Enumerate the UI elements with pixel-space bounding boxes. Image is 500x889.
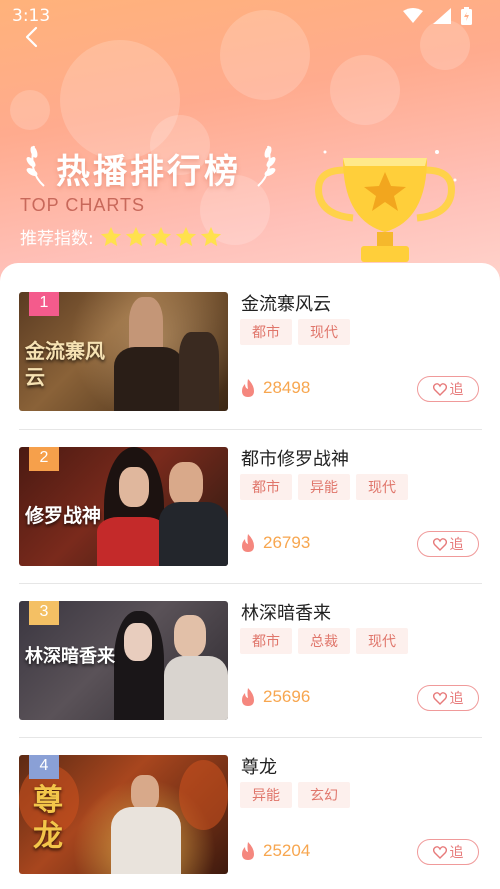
rank-number: 2 (39, 449, 49, 466)
heat-value: 26793 (263, 533, 311, 552)
rating-stars (100, 226, 225, 248)
tag-list: 都市 现代 (240, 319, 350, 345)
heat-value: 25696 (263, 687, 311, 706)
genre-tag: 异能 (240, 782, 292, 808)
follow-button[interactable]: 追 (417, 839, 479, 865)
heat-value: 28498 (263, 378, 311, 397)
heart-icon (432, 845, 447, 859)
drama-title[interactable]: 都市修罗战神 (241, 445, 349, 471)
genre-tag: 玄幻 (298, 782, 350, 808)
thumbnail-caption: 金流寨风云 (25, 339, 105, 389)
flame-icon (242, 379, 254, 397)
follow-label: 追 (449, 537, 464, 553)
rating-row: 推荐指数: (20, 224, 225, 249)
star-icon (100, 226, 121, 246)
list-item[interactable]: 尊龙 4 尊龙 异能 玄幻 25204 追 (19, 726, 482, 880)
thumbnail-caption: 林深暗香来 (25, 646, 115, 667)
rating-label: 推荐指数: (20, 229, 94, 249)
genre-tag: 异能 (298, 474, 350, 500)
follow-button[interactable]: 追 (417, 376, 479, 402)
wifi-icon (403, 8, 423, 23)
genre-tag: 都市 (240, 628, 292, 654)
thumbnail-1[interactable]: 金流寨风云 1 (19, 292, 228, 411)
list-item[interactable]: 林深暗香来 3 林深暗香来 都市 总裁 现代 25696 追 (19, 572, 482, 726)
top-charts-subtitle: TOP CHARTS (20, 195, 146, 215)
genre-tag: 总裁 (298, 628, 350, 654)
heat-value: 25204 (263, 841, 311, 860)
tag-list: 都市 异能 现代 (240, 474, 408, 500)
thumbnail-4[interactable]: 尊龙 4 (19, 755, 228, 874)
drama-title[interactable]: 金流寨风云 (241, 290, 331, 316)
thumbnail-caption: 尊龙 (33, 783, 63, 854)
star-icon (175, 226, 196, 246)
heat-score: 25204 (239, 841, 310, 861)
battery-icon (461, 7, 472, 25)
star-icon (125, 226, 146, 246)
genre-tag: 现代 (356, 474, 408, 500)
rank-number: 1 (39, 294, 49, 311)
tag-list: 异能 玄幻 (240, 782, 350, 808)
heat-score: 28498 (239, 378, 310, 398)
rank-badge: 4 (29, 755, 59, 779)
star-icon (200, 226, 221, 246)
rank-badge: 3 (29, 601, 59, 625)
drama-title[interactable]: 尊龙 (241, 753, 277, 779)
thumbnail-3[interactable]: 林深暗香来 3 (19, 601, 228, 720)
genre-tag: 都市 (240, 319, 292, 345)
thumbnail-caption: 修罗战神 (25, 505, 102, 527)
rank-badge: 2 (29, 447, 59, 471)
flame-icon (242, 842, 254, 860)
rank-number: 3 (39, 603, 49, 620)
follow-label: 追 (449, 691, 464, 707)
star-icon (150, 226, 171, 246)
back-icon[interactable] (18, 22, 48, 52)
laurel-left-icon (26, 145, 45, 187)
heat-score: 25696 (239, 687, 310, 707)
list-item[interactable]: 修罗战神 2 都市修罗战神 都市 异能 现代 26793 追 (19, 418, 482, 572)
heart-icon (432, 382, 447, 396)
page-title: 热播排行榜 (56, 152, 241, 192)
list-item[interactable]: 金流寨风云 1 金流寨风云 都市 现代 28498 追 (19, 263, 482, 417)
follow-button[interactable]: 追 (417, 531, 479, 557)
trophy-icon (315, 150, 457, 262)
genre-tag: 现代 (298, 319, 350, 345)
heart-icon (432, 537, 447, 551)
tag-list: 都市 总裁 现代 (240, 628, 408, 654)
laurel-right-icon (257, 145, 276, 187)
heat-score: 26793 (239, 533, 310, 553)
genre-tag: 都市 (240, 474, 292, 500)
flame-icon (242, 688, 254, 706)
flame-icon (242, 534, 254, 552)
follow-button[interactable]: 追 (417, 685, 479, 711)
signal-icon (433, 8, 451, 24)
heart-icon (432, 691, 447, 705)
genre-tag: 现代 (356, 628, 408, 654)
rank-badge: 1 (29, 292, 59, 316)
follow-label: 追 (449, 382, 464, 398)
drama-title[interactable]: 林深暗香来 (241, 599, 331, 625)
thumbnail-2[interactable]: 修罗战神 2 (19, 447, 228, 566)
follow-label: 追 (449, 845, 464, 861)
status-bar: 3:13 (0, 0, 500, 34)
rank-number: 4 (39, 757, 49, 774)
